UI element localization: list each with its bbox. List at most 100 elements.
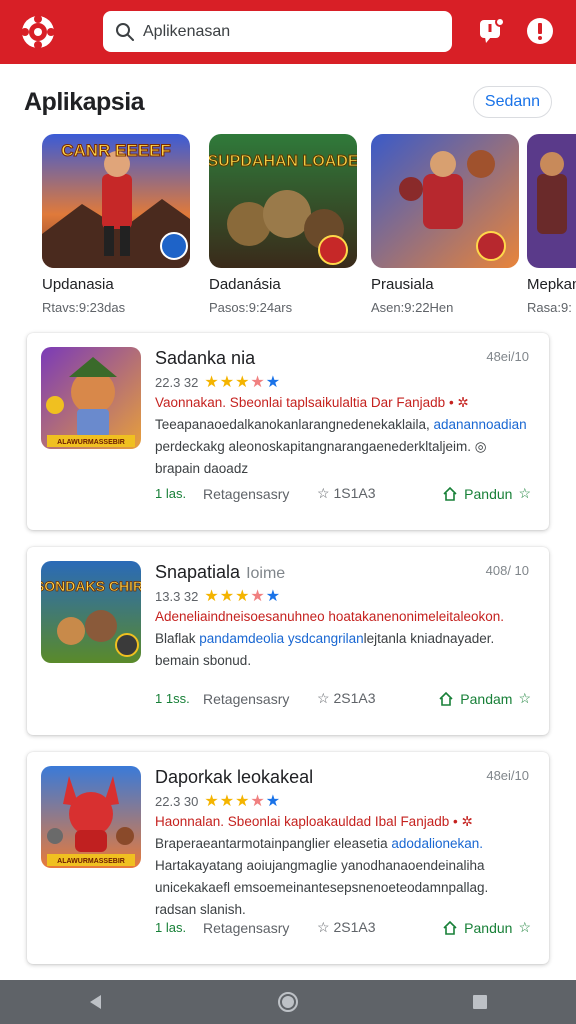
thumbnail-caption: ALAWURMASSEBIR	[57, 439, 125, 446]
house-icon	[443, 920, 457, 935]
app-rating: 13.3 32 ★★★★★	[155, 586, 281, 606]
star-icon: ★	[204, 793, 220, 810]
star-icon: ★	[235, 588, 251, 605]
app-title: Snapatiala Ioime	[155, 562, 285, 583]
top-app-bar	[0, 0, 576, 64]
star-icon: ★	[235, 793, 251, 810]
thumbnail-caption: ALAWURMASSEBIR	[57, 858, 125, 865]
star-outline-icon: ☆	[518, 919, 531, 935]
star-icon: ★	[219, 374, 236, 391]
review-count: ☆ 2S1A3	[317, 919, 376, 935]
download-count: 1 las.	[155, 486, 187, 501]
artwork-title: CANR EEEEF	[61, 141, 171, 160]
app-rating: 22.3 32 ★★★★★	[155, 372, 281, 392]
app-category: Retagensasry	[203, 690, 290, 707]
app-title: Daporkak leokakeal	[155, 767, 313, 788]
house-icon	[443, 486, 457, 501]
rating-value: 22.3 30	[155, 793, 199, 809]
app-category: Retagensasry	[203, 485, 290, 502]
app-artwork	[527, 134, 576, 268]
download-count: 1 las.	[155, 920, 187, 935]
featured-app-meta: Rasa:9:	[527, 300, 572, 315]
rating-value: 13.3 32	[155, 588, 199, 604]
description-text: Teeapanaoedalkanokanlarangnedenekaklaila…	[155, 417, 434, 432]
star-icon: ★	[265, 374, 282, 391]
app-title-text: Snapatiala	[155, 562, 241, 582]
rating-stars: ★★★★★	[204, 586, 281, 606]
app-description-line: Teeapanaoedalkanokanlarangnedenekaklaila…	[155, 417, 535, 432]
app-size: 48ei/10	[486, 349, 529, 364]
house-icon	[439, 691, 453, 706]
featured-card[interactable]: SUPDAHAN LOADE Dadanásia Pasos:9:24ars	[209, 134, 357, 315]
app-description-line: perdeckakg aleonoskapitangnarangaenederk…	[155, 439, 487, 454]
search-bar[interactable]	[103, 11, 452, 52]
home-circle-icon	[278, 992, 298, 1012]
install-button[interactable]: Pandun ☆	[442, 919, 531, 936]
rating-stars: ★★★★★	[204, 791, 281, 811]
section-title: Aplikapsia	[24, 88, 145, 116]
description-text: lejtanla kniadnayader.	[363, 631, 495, 646]
app-rating: 22.3 30 ★★★★★	[155, 791, 281, 811]
app-tagline: Adeneliaindneisoesanuhneo hoatakanenonim…	[155, 609, 505, 624]
install-button[interactable]: Pandam ☆	[438, 690, 531, 707]
featured-app-name: Dadanásia	[209, 276, 281, 293]
featured-app-name: Updanasia	[42, 276, 114, 293]
app-artwork: CANR EEEEF	[42, 134, 190, 268]
app-title-text: Daporkak leokakeal	[155, 767, 314, 787]
recents-square-icon	[473, 995, 487, 1009]
featured-card[interactable]: Mepkan Rasa:9:	[527, 134, 576, 315]
star-icon: ★	[265, 588, 282, 605]
app-description-line: Blaflak pandamdeolia ysdcangrilanlejtanl…	[155, 631, 535, 646]
system-nav-bar	[0, 980, 576, 1024]
description-link[interactable]: adodalionekan.	[391, 836, 483, 851]
star-icon: ★	[250, 588, 266, 605]
app-list-item[interactable]: ALAWURMASSEBIR Daporkak leokakeal 48ei/1…	[27, 752, 549, 964]
install-label: Pandun	[464, 485, 513, 502]
see-all-button[interactable]: Sedann	[473, 86, 552, 118]
featured-card[interactable]: CANR EEEEF Updanasia Rtavs:9:23das	[42, 134, 190, 315]
star-icon: ★	[235, 374, 251, 391]
notification-icon[interactable]	[476, 16, 506, 46]
rating-value: 22.3 32	[155, 374, 199, 390]
app-size: 48ei/10	[486, 768, 529, 783]
app-description-line: Braperaeantarmotainpanglier eleasetia ad…	[155, 836, 535, 851]
install-label: Pandam	[460, 690, 513, 707]
star-icon: ★	[265, 793, 282, 810]
app-meta-row: 1 1ss. Retagensasry ☆ 2S1A3 Pandam ☆	[155, 690, 531, 707]
featured-card[interactable]: Prausiala Asen:9:22Hen	[371, 134, 519, 315]
install-button[interactable]: Pandun ☆	[442, 485, 531, 502]
app-description-line: radsan slanish.	[155, 902, 246, 917]
thumbnail-caption: SONDAKS CHIR	[41, 578, 141, 594]
description-text: Braperaeantarmotainpanglier eleasetia	[155, 836, 392, 851]
description-link[interactable]: pandamdeolia ysdcangrilan	[199, 631, 363, 646]
app-category: Retagensasry	[203, 919, 290, 936]
app-title: Sadanka nia	[155, 348, 255, 369]
app-list-item[interactable]: SONDAKS CHIR Snapatiala Ioime 408/ 10 13.…	[27, 547, 549, 735]
star-icon: ★	[250, 374, 266, 391]
featured-carousel[interactable]: CANR EEEEF Updanasia Rtavs:9:23das SUPDA…	[0, 134, 576, 324]
rating-stars: ★★★★★	[204, 372, 281, 392]
search-input[interactable]	[143, 22, 433, 41]
featured-app-name: Prausiala	[371, 276, 434, 293]
alert-icon[interactable]	[525, 16, 555, 46]
featured-app-meta: Asen:9:22Hen	[371, 300, 454, 315]
app-title-text: Sadanka nia	[155, 348, 256, 368]
app-tagline: Vaonnakan. Sbeonlai taplsaikulaltia Dar …	[155, 395, 469, 410]
app-description-line: brapain daoadz	[155, 461, 249, 476]
description-link[interactable]: adanannoadian	[433, 417, 526, 432]
install-label: Pandun	[464, 919, 513, 936]
star-icon: ★	[250, 793, 266, 810]
star-icon: ★	[219, 588, 236, 605]
app-thumbnail: ALAWURMASSEBIR	[41, 766, 141, 868]
home-button[interactable]	[268, 982, 308, 1022]
recents-button[interactable]	[460, 982, 500, 1022]
download-count: 1 1ss.	[155, 691, 190, 706]
app-list-item[interactable]: ALAWURMASSEBIR Sadanka nia 48ei/10 22.3 …	[27, 333, 549, 530]
star-icon: ★	[204, 374, 220, 391]
app-logo-icon[interactable]	[20, 14, 56, 50]
app-description-line: Hartakayatang aoiujangmaglie yanodhanaoe…	[155, 858, 485, 873]
artwork-title: SUPDAHAN LOADE	[209, 153, 357, 170]
app-size: 408/ 10	[485, 563, 529, 578]
back-button[interactable]	[76, 982, 116, 1022]
app-tagline: Haonnalan. Sbeonlai kaploakauldad Ibal F…	[155, 814, 473, 829]
